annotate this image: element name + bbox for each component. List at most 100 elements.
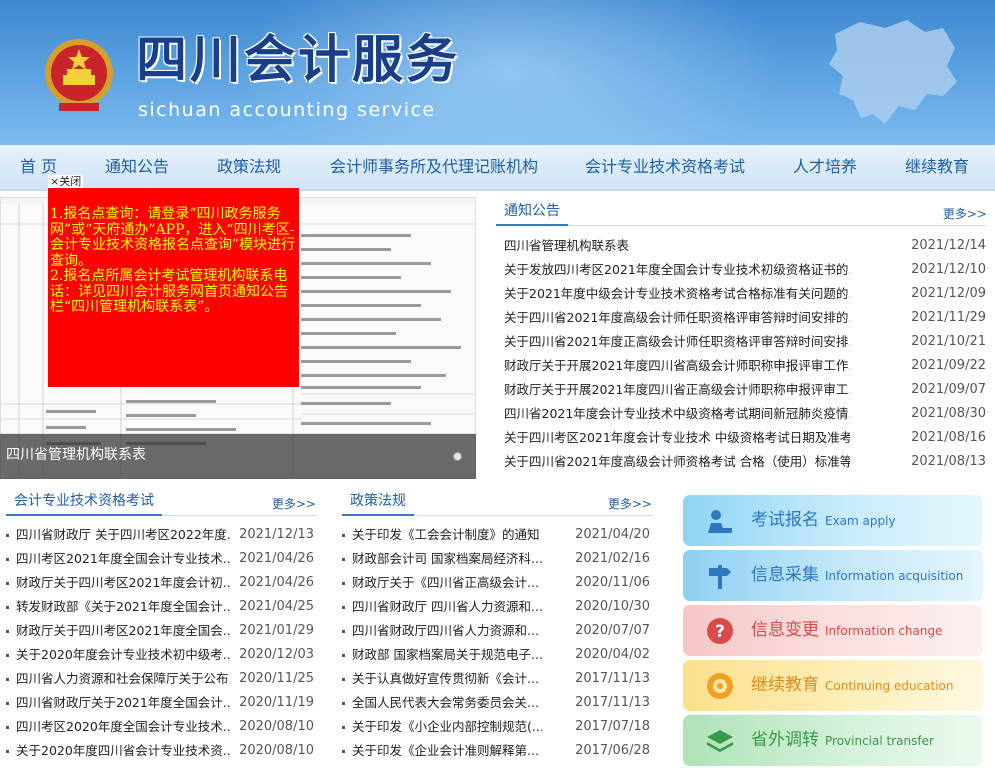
nav-talent[interactable]: 人才培养 — [793, 157, 857, 177]
notice-item[interactable]: 关于四川省2021年度高级会计师资格考试 合格（使用）标准等... 2021/08… — [504, 450, 986, 474]
policy-item[interactable]: 关于印发《工会会计制度》的通知 2021/04/20 — [342, 523, 650, 547]
notices-more-link[interactable]: 更多>> — [943, 207, 987, 221]
policy-item[interactable]: 关于印发《小企业内部控制规范(... 2017/07/18 — [342, 715, 650, 739]
exam-item[interactable]: 财政厅关于四川考区2021年度会计初... 2021/04/26 — [6, 571, 314, 595]
slider-caption[interactable]: 四川省管理机构联系表 — [6, 446, 146, 464]
exam-item[interactable]: 关于2020年度会计专业技术初中级考... 2020/12/03 — [6, 643, 314, 667]
nav-continuing-edu[interactable]: 继续教育 — [905, 157, 969, 177]
side-button-en: Information acquisition — [825, 569, 964, 583]
notice-item[interactable]: 关于四川省2021年度正高级会计师任职资格评审答辩时间安排... 2021/10/… — [504, 330, 986, 354]
notice-item-title[interactable]: 财政厅关于开展2021年度四川省高级会计师职称申报评审工作... — [504, 354, 850, 378]
side-button-5[interactable]: 省外调转 Provincial transfer — [683, 715, 983, 766]
notice-item[interactable]: 四川省2021年度会计专业技术中级资格考试期间新冠肺炎疫情... 2021/08/… — [504, 402, 986, 426]
policy-item-title[interactable]: 关于印发《工会会计制度》的通知 — [352, 523, 542, 547]
policy-item[interactable]: 关于印发《企业会计准则解释第... 2017/06/28 — [342, 739, 650, 763]
policy-item[interactable]: 财政厅关于《四川省正高级会计... 2020/11/06 — [342, 571, 650, 595]
exam-item-title[interactable]: 四川省财政厅关于2021年度全国会计... — [16, 691, 230, 715]
exam-item[interactable]: 四川考区2021年度全国会计专业技术... 2021/04/26 — [6, 547, 314, 571]
notice-item[interactable]: 财政厅关于开展2021年度四川省正高级会计师职称申报评审工... 2021/09/… — [504, 378, 986, 402]
notice-item-title[interactable]: 关于四川省2021年度高级会计师资格考试 合格（使用）标准等... — [504, 450, 850, 474]
notice-item-title[interactable]: 四川省2021年度会计专业技术中级资格考试期间新冠肺炎疫情... — [504, 402, 850, 426]
side-button-1[interactable]: 考试报名 Exam apply — [683, 495, 983, 546]
policies-title[interactable]: 政策法规 — [342, 492, 414, 516]
exam-item-title[interactable]: 四川考区2021年度全国会计专业技术... — [16, 547, 230, 571]
exam-item-title[interactable]: 关于2020年度四川省会计专业技术资... — [16, 739, 230, 763]
exam-item-title[interactable]: 关于2020年度会计专业技术初中级考... — [16, 643, 230, 667]
policy-item-title[interactable]: 四川省财政厅 四川省人力资源和... — [352, 595, 542, 619]
policy-item-title[interactable]: 全国人民代表大会常务委员会关... — [352, 691, 542, 715]
slider-dot[interactable] — [453, 452, 462, 461]
exam-item[interactable]: 转发财政部《关于2021年度全国会计... 2021/04/25 — [6, 595, 314, 619]
exams-more-link[interactable]: 更多>> — [272, 497, 316, 511]
policy-item[interactable]: 关于认真做好宣传贯彻新《会计... 2017/11/13 — [342, 667, 650, 691]
exam-item-title[interactable]: 转发财政部《关于2021年度全国会计... — [16, 595, 230, 619]
policy-item-title[interactable]: 财政部会计司 国家档案局经济科... — [352, 547, 542, 571]
policy-item-date: 2017/11/13 — [575, 671, 650, 686]
policy-item-date: 2017/06/28 — [575, 743, 650, 758]
exam-item-title[interactable]: 四川考区2020年度全国会计专业技术... — [16, 715, 230, 739]
notice-item[interactable]: 关于四川省2021年度高级会计师任职资格评审答辩时间安排的... 2021/11/… — [504, 306, 986, 330]
side-button-4[interactable]: 继续教育 Continuing education — [683, 660, 983, 711]
policy-item-title[interactable]: 关于认真做好宣传贯彻新《会计... — [352, 667, 542, 691]
policy-item-title[interactable]: 财政部 国家档案局关于规范电子... — [352, 643, 542, 667]
policy-item-date: 2021/02/16 — [575, 551, 650, 566]
side-button-cn: 考试报名 — [751, 510, 819, 530]
side-button-label: 继续教育 Continuing education — [751, 674, 954, 697]
exam-item[interactable]: 四川省财政厅关于2021年度全国会计... 2020/11/19 — [6, 691, 314, 715]
notice-item-date: 2021/09/07 — [911, 382, 986, 397]
exam-item-title[interactable]: 四川省财政厅 关于四川考区2022年度... — [16, 523, 230, 547]
exams-title[interactable]: 会计专业技术资格考试 — [6, 492, 162, 516]
policy-item[interactable]: 全国人民代表大会常务委员会关... 2017/11/13 — [342, 691, 650, 715]
notice-item-title[interactable]: 四川省管理机构联系表 — [504, 234, 850, 258]
policy-item-title[interactable]: 关于印发《小企业内部控制规范(... — [352, 715, 542, 739]
notice-item-title[interactable]: 关于发放四川考区2021年度全国会计专业技术初级资格证书的... — [504, 258, 850, 282]
notices-title[interactable]: 通知公告 — [496, 202, 568, 226]
side-button-3[interactable]: ? 信息变更 Information change — [683, 605, 983, 656]
national-emblem-icon — [45, 39, 113, 111]
notice-item[interactable]: 四川省管理机构联系表 2021/12/14 — [504, 234, 986, 258]
exam-item-title[interactable]: 财政厅关于四川考区2021年度会计初... — [16, 571, 230, 595]
notice-item-title[interactable]: 关于四川考区2021年度会计专业技术 中级资格考试日期及准考... — [504, 426, 850, 450]
notice-item[interactable]: 关于发放四川考区2021年度全国会计专业技术初级资格证书的... 2021/12/… — [504, 258, 986, 282]
notice-item-title[interactable]: 关于四川省2021年度正高级会计师任职资格评审答辩时间安排... — [504, 330, 850, 354]
book-icon — [705, 671, 735, 701]
exam-item[interactable]: 财政厅关于四川考区2021年度全国会... 2021/01/29 — [6, 619, 314, 643]
exam-item-date: 2020/08/10 — [239, 719, 314, 734]
exam-item-title[interactable]: 四川省人力资源和社会保障厅关于公布... — [16, 667, 230, 691]
nav-policies[interactable]: 政策法规 — [217, 157, 281, 177]
notice-item[interactable]: 财政厅关于开展2021年度四川省高级会计师职称申报评审工作... 2021/09/… — [504, 354, 986, 378]
exam-item[interactable]: 四川省财政厅 关于四川考区2022年度... 2021/12/13 — [6, 523, 314, 547]
bullet-icon — [6, 702, 9, 705]
policies-more-link[interactable]: 更多>> — [608, 497, 652, 511]
nav-exams[interactable]: 会计专业技术资格考试 — [585, 157, 745, 177]
policy-item[interactable]: 财政部 国家档案局关于规范电子... 2020/04/02 — [342, 643, 650, 667]
policy-item-title[interactable]: 四川省财政厅四川省人力资源和... — [352, 619, 542, 643]
policy-item-title[interactable]: 财政厅关于《四川省正高级会计... — [352, 571, 542, 595]
notice-item-title[interactable]: 财政厅关于开展2021年度四川省正高级会计师职称申报评审工... — [504, 378, 850, 402]
nav-notices[interactable]: 通知公告 — [105, 157, 169, 177]
notice-item[interactable]: 关于2021年度中级会计专业技术资格考试合格标准有关问题的... 2021/12/… — [504, 282, 986, 306]
notice-item-title[interactable]: 关于2021年度中级会计专业技术资格考试合格标准有关问题的... — [504, 282, 850, 306]
nav-home[interactable]: 首 页 — [20, 157, 57, 177]
site-subtitle: sichuan accounting service — [138, 99, 436, 121]
notice-item[interactable]: 关于四川考区2021年度会计专业技术 中级资格考试日期及准考... 2021/08… — [504, 426, 986, 450]
nav-firms[interactable]: 会计师事务所及代理记账机构 — [330, 157, 538, 177]
bullet-icon — [342, 654, 345, 657]
bullet-icon — [6, 534, 9, 537]
floating-notice-popup: 1.报名点查询：请登录“四川政务服务网”或“天府通办”APP，进入“四川考区-会… — [48, 188, 299, 387]
side-button-cn: 省外调转 — [751, 730, 819, 750]
policy-item-title[interactable]: 关于印发《企业会计准则解释第... — [352, 739, 542, 763]
policy-item[interactable]: 四川省财政厅四川省人力资源和... 2020/07/07 — [342, 619, 650, 643]
exam-item[interactable]: 四川省人力资源和社会保障厅关于公布... 2020/11/25 — [6, 667, 314, 691]
exam-item[interactable]: 四川考区2020年度全国会计专业技术... 2020/08/10 — [6, 715, 314, 739]
policy-item[interactable]: 财政部会计司 国家档案局经济科... 2021/02/16 — [342, 547, 650, 571]
question-icon: ? — [705, 616, 735, 646]
notice-item-title[interactable]: 关于四川省2021年度高级会计师任职资格评审答辩时间安排的... — [504, 306, 850, 330]
exam-item-title[interactable]: 财政厅关于四川考区2021年度全国会... — [16, 619, 230, 643]
policy-item[interactable]: 四川省财政厅 四川省人力资源和... 2020/10/30 — [342, 595, 650, 619]
side-button-2[interactable]: 信息采集 Information acquisition — [683, 550, 983, 601]
exam-item-date: 2021/12/13 — [239, 527, 314, 542]
bullet-icon — [342, 558, 345, 561]
popup-close-button[interactable]: ×关闭 — [48, 175, 84, 188]
exam-item[interactable]: 关于2020年度四川省会计专业技术资... 2020/08/10 — [6, 739, 314, 763]
